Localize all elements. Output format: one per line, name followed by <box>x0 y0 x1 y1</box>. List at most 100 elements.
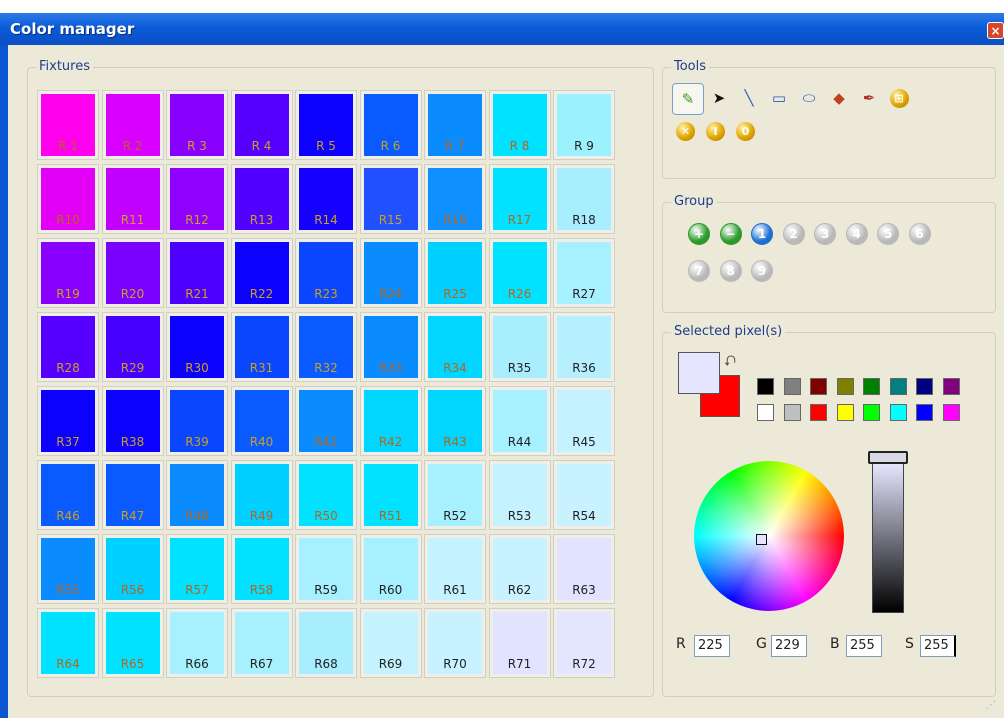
fixture-cell[interactable]: R52 <box>424 460 486 530</box>
group-7-icon[interactable]: 7 <box>688 260 710 282</box>
fixture-cell[interactable]: R23 <box>295 238 357 308</box>
fixture-cell[interactable]: R46 <box>37 460 99 530</box>
fixture-cell[interactable]: R38 <box>101 386 164 456</box>
fixture-cell[interactable]: R39 <box>166 386 228 456</box>
palette-color-swatch[interactable] <box>942 404 960 421</box>
palette-color-swatch[interactable] <box>942 378 960 395</box>
fixture-cell[interactable]: R37 <box>37 386 99 456</box>
fixture-cell[interactable]: R35 <box>488 312 551 382</box>
fixture-cell[interactable]: R 5 <box>295 90 357 160</box>
fixture-cell[interactable]: R 4 <box>230 90 293 160</box>
fixture-cell[interactable]: R 2 <box>101 90 164 160</box>
fixture-cell[interactable]: R56 <box>101 534 164 604</box>
fixture-cell[interactable]: R34 <box>424 312 486 382</box>
palette-color-swatch[interactable] <box>810 404 827 421</box>
fixture-cell[interactable]: R71 <box>488 608 551 678</box>
fixture-cell[interactable]: R72 <box>553 608 615 678</box>
fixture-cell[interactable]: R16 <box>424 164 486 234</box>
color-wheel[interactable] <box>694 461 844 611</box>
fixture-cell[interactable]: R69 <box>359 608 422 678</box>
brightness-slider[interactable] <box>872 463 904 613</box>
group-3-icon[interactable]: 3 <box>814 223 836 245</box>
pencil-icon[interactable]: ✎ <box>672 83 704 115</box>
palette-color-swatch[interactable] <box>836 404 854 421</box>
fixture-cell[interactable]: R48 <box>166 460 228 530</box>
fill-bucket-icon[interactable]: ◆ <box>826 85 852 111</box>
fixture-cell[interactable]: R27 <box>553 238 615 308</box>
fixture-cell[interactable]: R18 <box>553 164 615 234</box>
eyedropper-icon[interactable]: ✒ <box>856 85 882 111</box>
fixture-cell[interactable]: R36 <box>553 312 615 382</box>
red-input[interactable]: 225 <box>694 635 730 657</box>
zero-icon[interactable]: 0 <box>736 122 755 141</box>
info-icon[interactable]: I <box>706 122 725 141</box>
fixture-cell[interactable]: R25 <box>424 238 486 308</box>
fixture-cell[interactable]: R59 <box>295 534 357 604</box>
fixture-cell[interactable]: R19 <box>37 238 99 308</box>
fixture-cell[interactable]: R26 <box>488 238 551 308</box>
palette-color-swatch[interactable] <box>889 404 907 421</box>
group-5-icon[interactable]: 5 <box>877 223 899 245</box>
fixture-cell[interactable]: R40 <box>230 386 293 456</box>
palette-color-swatch[interactable] <box>916 378 933 395</box>
grid-icon[interactable]: ⊞ <box>886 85 912 111</box>
palette-color-swatch[interactable] <box>783 404 801 421</box>
fixture-cell[interactable]: R 9 <box>553 90 615 160</box>
palette-color-swatch[interactable] <box>916 404 933 421</box>
fixture-cell[interactable]: R 3 <box>166 90 228 160</box>
remove-group-icon[interactable]: − <box>719 223 742 245</box>
fixture-cell[interactable]: R55 <box>37 534 99 604</box>
resize-grip-icon[interactable]: ⋰ <box>986 700 996 711</box>
palette-color-swatch[interactable] <box>863 378 880 395</box>
group-9-icon[interactable]: 9 <box>751 260 773 282</box>
group-6-icon[interactable]: 6 <box>908 223 931 245</box>
fixture-cell[interactable]: R13 <box>230 164 293 234</box>
palette-color-swatch[interactable] <box>783 378 801 395</box>
clear-icon[interactable]: ✕ <box>676 122 695 141</box>
green-input[interactable]: 229 <box>771 635 807 657</box>
fixture-cell[interactable]: R53 <box>488 460 551 530</box>
select-arrow-icon[interactable]: ➤ <box>706 85 732 111</box>
add-group-icon[interactable]: + <box>688 223 710 245</box>
fixture-cell[interactable]: R66 <box>166 608 228 678</box>
brightness-slider-handle[interactable] <box>868 451 908 464</box>
blue-input[interactable]: 255 <box>846 635 882 657</box>
palette-color-swatch[interactable] <box>757 404 774 421</box>
group-4-icon[interactable]: 4 <box>845 223 868 245</box>
fixture-cell[interactable]: R54 <box>553 460 615 530</box>
fixture-cell[interactable]: R41 <box>295 386 357 456</box>
fixture-cell[interactable]: R49 <box>230 460 293 530</box>
fixture-cell[interactable]: R 7 <box>424 90 486 160</box>
fixture-cell[interactable]: R12 <box>166 164 228 234</box>
fixture-cell[interactable]: R31 <box>230 312 293 382</box>
rectangle-icon[interactable]: ▭ <box>766 85 792 111</box>
palette-color-swatch[interactable] <box>836 378 854 395</box>
fixture-cell[interactable]: R60 <box>359 534 422 604</box>
fixture-cell[interactable]: R62 <box>488 534 551 604</box>
fixture-cell[interactable]: R10 <box>37 164 99 234</box>
palette-color-swatch[interactable] <box>757 378 774 395</box>
fixture-cell[interactable]: R45 <box>553 386 615 456</box>
ellipse-icon[interactable]: ⬭ <box>796 85 822 111</box>
fixture-cell[interactable]: R61 <box>424 534 486 604</box>
fixture-cell[interactable]: R67 <box>230 608 293 678</box>
fixture-cell[interactable]: R22 <box>230 238 293 308</box>
fixture-cell[interactable]: R14 <box>295 164 357 234</box>
fixture-cell[interactable]: R63 <box>553 534 615 604</box>
fixture-cell[interactable]: R24 <box>359 238 422 308</box>
fixture-cell[interactable]: R70 <box>424 608 486 678</box>
line-icon[interactable]: ╲ <box>736 85 762 111</box>
group-8-icon[interactable]: 8 <box>719 260 742 282</box>
fixture-cell[interactable]: R65 <box>101 608 164 678</box>
fixture-cell[interactable]: R30 <box>166 312 228 382</box>
fixture-cell[interactable]: R47 <box>101 460 164 530</box>
fixture-cell[interactable]: R21 <box>166 238 228 308</box>
fixture-cell[interactable]: R28 <box>37 312 99 382</box>
group-1-icon[interactable]: 1 <box>751 223 773 245</box>
fixture-cell[interactable]: R68 <box>295 608 357 678</box>
close-button[interactable]: × <box>987 22 1004 39</box>
fixture-cell[interactable]: R11 <box>101 164 164 234</box>
fixture-cell[interactable]: R15 <box>359 164 422 234</box>
fixture-cell[interactable]: R33 <box>359 312 422 382</box>
fixture-cell[interactable]: R42 <box>359 386 422 456</box>
